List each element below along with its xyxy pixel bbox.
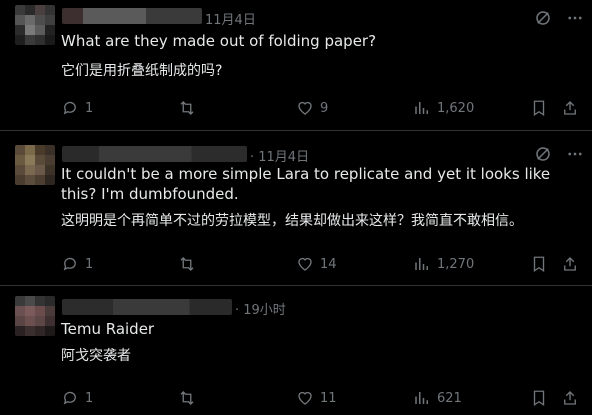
bookmark-button[interactable] xyxy=(530,98,548,118)
views-button[interactable]: 1,270 xyxy=(413,254,474,274)
tweet-text-zh: 它们是用折叠纸制成的吗? xyxy=(61,63,223,79)
action-bar: 1 9 1,620 xyxy=(61,98,581,118)
grok-icon[interactable] xyxy=(534,9,552,27)
reply-button[interactable]: 1 xyxy=(61,388,93,408)
tweet-1[interactable]: 11月4日 What are they made out of folding … xyxy=(0,0,592,130)
reply-icon xyxy=(63,391,76,405)
tweet-text-en: Temu Raider xyxy=(61,320,155,338)
reply-button[interactable]: 1 xyxy=(61,254,93,274)
views-icon xyxy=(415,392,428,404)
reply-icon xyxy=(63,257,76,271)
tweet-text-zh: 这明明是个再简单不过的劳拉模型，结果却做出来这样？我简直不敢相信。 xyxy=(61,213,523,229)
retweet-button[interactable] xyxy=(178,388,202,408)
timestamp[interactable]: 11月4日 xyxy=(205,9,256,28)
tweet-text-zh: 阿戈突袭者 xyxy=(61,348,131,364)
tweet-3[interactable]: · 19小时 Temu Raider 阿戈突袭者 1 11 621 xyxy=(0,286,592,415)
share-icon xyxy=(564,101,576,115)
author-name-blurred[interactable] xyxy=(62,146,247,162)
avatar[interactable] xyxy=(15,296,55,336)
retweet-icon xyxy=(180,257,194,271)
reply-count: 1 xyxy=(85,390,94,406)
timestamp[interactable]: · 19小时 xyxy=(235,299,286,318)
share-button[interactable] xyxy=(561,98,579,118)
share-button[interactable] xyxy=(561,254,579,274)
bookmark-icon xyxy=(533,390,545,407)
share-icon xyxy=(564,391,576,405)
bookmark-button[interactable] xyxy=(530,388,548,408)
views-count: 1,620 xyxy=(437,100,475,116)
author-name-blurred[interactable] xyxy=(62,8,202,24)
like-icon xyxy=(298,257,312,271)
share-icon xyxy=(564,257,576,271)
retweet-icon xyxy=(180,391,194,405)
reply-count: 1 xyxy=(85,100,94,116)
reply-icon xyxy=(63,101,76,115)
retweet-icon xyxy=(180,101,194,115)
grok-icon[interactable] xyxy=(534,145,552,163)
views-icon xyxy=(415,102,428,114)
tweet-text-en: It couldn't be a more simple Lara to rep… xyxy=(61,165,551,203)
tweet-text-en: What are they made out of folding paper? xyxy=(61,32,377,50)
views-button[interactable]: 1,620 xyxy=(413,98,474,118)
like-icon xyxy=(298,391,312,405)
bookmark-button[interactable] xyxy=(530,254,548,274)
author-name-blurred[interactable] xyxy=(62,299,232,315)
timestamp[interactable]: · 11月4日 xyxy=(250,146,309,165)
bookmark-icon xyxy=(533,256,545,273)
like-icon xyxy=(298,101,312,115)
retweet-button[interactable] xyxy=(178,254,202,274)
like-button[interactable]: 9 xyxy=(296,98,328,118)
avatar[interactable] xyxy=(15,5,55,45)
avatar[interactable] xyxy=(15,145,55,185)
views-count: 621 xyxy=(437,390,462,406)
bookmark-icon xyxy=(533,100,545,117)
views-button[interactable]: 621 xyxy=(413,388,462,408)
like-count: 14 xyxy=(320,256,337,272)
views-icon xyxy=(415,258,428,270)
like-count: 11 xyxy=(320,390,337,406)
retweet-button[interactable] xyxy=(178,98,202,118)
reply-count: 1 xyxy=(85,256,94,272)
tweet-2[interactable]: · 11月4日 It couldn't be a more simple Lar… xyxy=(0,131,592,285)
views-count: 1,270 xyxy=(437,256,475,272)
share-button[interactable] xyxy=(561,388,579,408)
like-button[interactable]: 14 xyxy=(296,254,337,274)
action-bar: 1 14 1,270 xyxy=(61,254,581,274)
reply-button[interactable]: 1 xyxy=(61,98,93,118)
like-button[interactable]: 11 xyxy=(296,388,337,408)
more-icon[interactable] xyxy=(566,145,584,163)
like-count: 9 xyxy=(320,100,329,116)
action-bar: 1 11 621 xyxy=(61,388,581,408)
more-icon[interactable] xyxy=(566,9,584,27)
